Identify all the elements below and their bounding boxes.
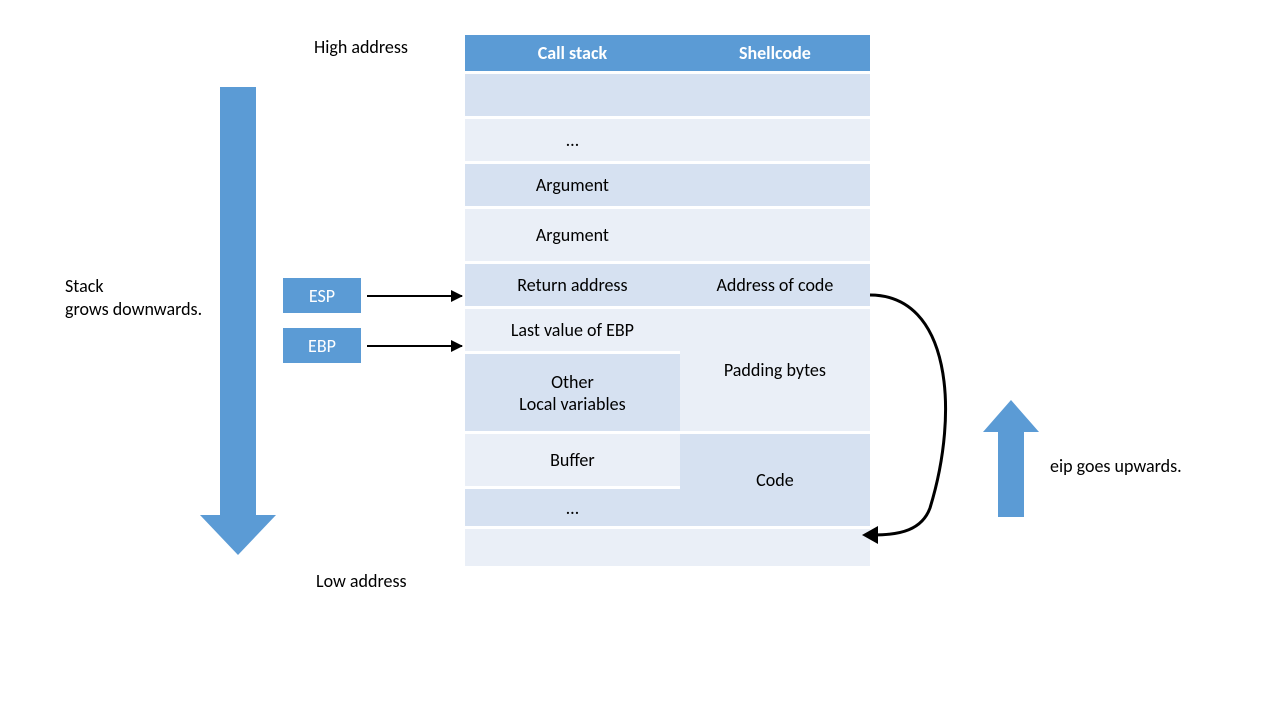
- cell: [680, 119, 870, 161]
- ebp-pointer-arrow: [367, 345, 462, 347]
- row: [465, 529, 870, 566]
- stack-grows-label: Stack grows downwards.: [65, 275, 245, 322]
- row: Last value of EBP Padding bytes: [465, 309, 870, 351]
- esp-pointer-arrow: [367, 295, 462, 297]
- cell: Argument: [465, 164, 680, 206]
- cell-address-of-code: Address of code: [680, 264, 870, 306]
- cell: …: [465, 119, 680, 161]
- row: …: [465, 119, 870, 161]
- text: grows downwards.: [65, 298, 202, 320]
- row: Return addressAddress of code: [465, 264, 870, 306]
- cell-padding-bytes: Padding bytes: [680, 309, 870, 431]
- cell: [465, 74, 680, 116]
- cell: [465, 529, 680, 566]
- cell: [680, 529, 870, 566]
- text: Stack: [65, 275, 104, 297]
- cell-return-address: Return address: [465, 264, 680, 306]
- cell-local-vars: Other Local variables: [465, 354, 680, 431]
- cell: …: [465, 489, 680, 526]
- cell-buffer: Buffer: [465, 434, 680, 486]
- eip-arrow: [998, 432, 1024, 517]
- cell: [680, 74, 870, 116]
- stack-table: Call stack Shellcode … Argument Argument…: [465, 32, 870, 569]
- eip-label: eip goes upwards.: [1050, 455, 1182, 478]
- header-shellcode: Shellcode: [680, 35, 870, 71]
- cell: [680, 209, 870, 261]
- header-row: Call stack Shellcode: [465, 35, 870, 71]
- eip-arrow-head: [983, 400, 1039, 432]
- text: Other: [551, 371, 594, 393]
- diagram: Stack grows downwards. High address Low …: [0, 0, 1280, 720]
- high-address-label: High address: [314, 36, 408, 59]
- text: Local variables: [519, 393, 625, 415]
- row: [465, 74, 870, 116]
- low-address-label: Low address: [316, 570, 407, 593]
- row: Argument: [465, 164, 870, 206]
- cell-last-ebp: Last value of EBP: [465, 309, 680, 351]
- cell: Argument: [465, 209, 680, 261]
- jump-arrow: [860, 280, 980, 555]
- row: Argument: [465, 209, 870, 261]
- cell: [680, 164, 870, 206]
- stack-grow-arrow-head: [200, 515, 276, 555]
- ebp-label: EBP: [283, 328, 361, 363]
- header-call-stack: Call stack: [465, 35, 680, 71]
- esp-label: ESP: [283, 278, 361, 313]
- row: Buffer Code: [465, 434, 870, 486]
- cell-code: Code: [680, 434, 870, 526]
